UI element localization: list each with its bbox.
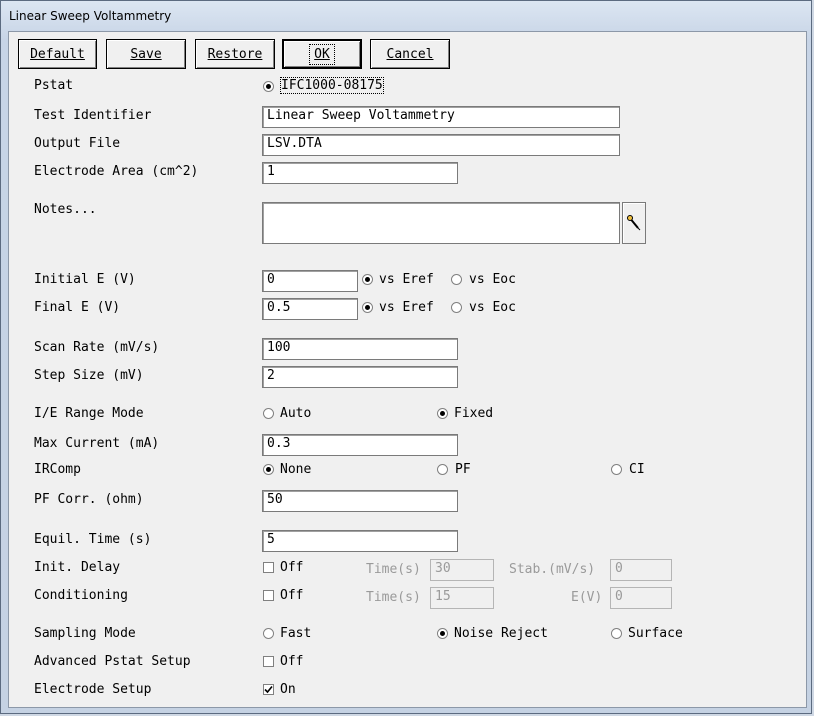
ie-range-auto-radio[interactable]	[263, 408, 274, 419]
max-current-label: Max Current (mA)	[34, 436, 160, 451]
ie-range-auto-label: Auto	[280, 406, 312, 421]
test-identifier-input[interactable]: Linear Sweep Voltammetry	[262, 106, 620, 128]
title-bar[interactable]: Linear Sweep Voltammetry	[1, 1, 811, 31]
conditioning-e-input[interactable]: 0	[610, 587, 672, 609]
sampling-noise-reject-radio[interactable]	[437, 628, 448, 639]
initial-e-input[interactable]: 0	[262, 270, 358, 292]
initial-e-vs-eref-label: vs Eref	[379, 272, 434, 287]
pf-corr-label: PF Corr. (ohm)	[34, 492, 144, 507]
dialog-client-area: Default Save Restore OK Cancel Pstat IFC…	[8, 31, 807, 708]
ircomp-none-radio[interactable]	[263, 464, 274, 475]
final-e-vs-eref-radio[interactable]	[362, 302, 373, 313]
default-button-label: Default	[30, 46, 85, 62]
pstat-option-label[interactable]: IFC1000-08175	[280, 77, 384, 94]
ie-range-fixed-radio[interactable]	[437, 408, 448, 419]
ie-range-mode-label: I/E Range Mode	[34, 406, 144, 421]
output-file-label: Output File	[34, 136, 121, 151]
init-delay-check-label: Off	[280, 560, 304, 575]
ircomp-ci-radio[interactable]	[611, 464, 622, 475]
save-button-label: Save	[130, 46, 162, 62]
conditioning-e-label: E(V)	[571, 590, 603, 605]
notes-label: Notes...	[34, 202, 97, 217]
scan-rate-input[interactable]: 100	[262, 338, 458, 360]
step-size-label: Step Size (mV)	[34, 368, 144, 383]
conditioning-label: Conditioning	[34, 588, 128, 603]
conditioning-check-label: Off	[280, 588, 304, 603]
scan-rate-label: Scan Rate (mV/s)	[34, 340, 160, 355]
ircomp-pf-label: PF	[455, 462, 471, 477]
conditioning-time-input[interactable]: 15	[430, 587, 494, 609]
cancel-button-label: Cancel	[386, 46, 434, 62]
restore-button[interactable]: Restore	[195, 39, 275, 69]
default-button[interactable]: Default	[18, 39, 97, 69]
initial-e-label: Initial E (V)	[34, 272, 136, 287]
electrode-setup-checkbox[interactable]	[263, 684, 274, 695]
final-e-input[interactable]: 0.5	[262, 298, 358, 320]
max-current-input[interactable]: 0.3	[262, 434, 458, 456]
save-button[interactable]: Save	[106, 39, 186, 69]
ircomp-pf-radio[interactable]	[437, 464, 448, 475]
initial-e-vs-eoc-radio[interactable]	[451, 274, 462, 285]
output-file-input[interactable]: LSV.DTA	[262, 134, 620, 156]
electrode-setup-check-label: On	[280, 682, 296, 697]
ie-range-fixed-label: Fixed	[454, 406, 494, 421]
electrode-area-input[interactable]: 1	[262, 162, 458, 184]
init-delay-label: Init. Delay	[34, 560, 121, 575]
sampling-surface-label: Surface	[628, 626, 683, 641]
final-e-vs-eoc-radio[interactable]	[451, 302, 462, 313]
sampling-mode-label: Sampling Mode	[34, 626, 136, 641]
conditioning-time-label: Time(s)	[366, 590, 421, 605]
pen-icon	[627, 215, 641, 231]
ircomp-label: IRComp	[34, 462, 81, 477]
step-size-input[interactable]: 2	[262, 366, 458, 388]
advanced-pstat-checkbox[interactable]	[263, 656, 274, 667]
electrode-setup-label: Electrode Setup	[34, 682, 152, 697]
equil-time-label: Equil. Time (s)	[34, 532, 152, 547]
pstat-label: Pstat	[34, 78, 74, 93]
test-identifier-label: Test Identifier	[34, 108, 152, 123]
pstat-radio[interactable]	[263, 81, 274, 92]
advanced-pstat-check-label: Off	[280, 654, 304, 669]
electrode-area-label: Electrode Area (cm^2)	[34, 164, 199, 179]
init-delay-stab-label: Stab.(mV/s)	[509, 562, 596, 577]
initial-e-vs-eoc-label: vs Eoc	[469, 272, 516, 287]
checkmark-icon	[264, 685, 273, 694]
sampling-fast-label: Fast	[280, 626, 312, 641]
pf-corr-input[interactable]: 50	[262, 490, 458, 512]
init-delay-time-label: Time(s)	[366, 562, 421, 577]
dialog-window: Linear Sweep Voltammetry Default Save Re…	[0, 0, 812, 714]
conditioning-checkbox[interactable]	[263, 590, 274, 601]
ircomp-ci-label: CI	[629, 462, 645, 477]
init-delay-time-input[interactable]: 30	[430, 559, 494, 581]
window-title: Linear Sweep Voltammetry	[9, 9, 172, 23]
initial-e-vs-eref-radio[interactable]	[362, 274, 373, 285]
notes-input[interactable]	[262, 202, 620, 244]
sampling-noise-reject-label: Noise Reject	[454, 626, 548, 641]
final-e-label: Final E (V)	[34, 300, 121, 315]
ircomp-none-label: None	[280, 462, 312, 477]
advanced-pstat-label: Advanced Pstat Setup	[34, 654, 191, 669]
restore-button-label: Restore	[207, 46, 263, 62]
cancel-button[interactable]: Cancel	[370, 39, 450, 69]
init-delay-stab-input[interactable]: 0	[610, 559, 672, 581]
sampling-surface-radio[interactable]	[611, 628, 622, 639]
ok-button-label: OK	[309, 43, 335, 65]
notes-edit-button[interactable]	[622, 202, 646, 244]
final-e-vs-eref-label: vs Eref	[379, 300, 434, 315]
init-delay-checkbox[interactable]	[263, 562, 274, 573]
ok-button[interactable]: OK	[282, 39, 362, 69]
sampling-fast-radio[interactable]	[263, 628, 274, 639]
final-e-vs-eoc-label: vs Eoc	[469, 300, 516, 315]
equil-time-input[interactable]: 5	[262, 530, 458, 552]
